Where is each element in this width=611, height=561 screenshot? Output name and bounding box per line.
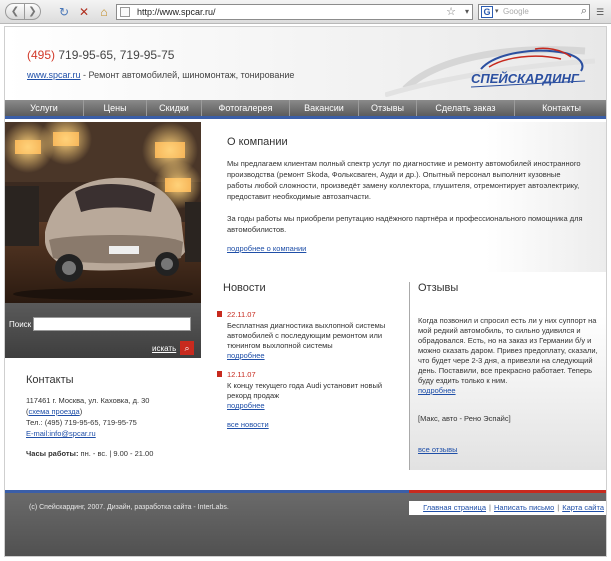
site-link[interactable]: www.spcar.ru <box>27 70 81 80</box>
footer-copyright: (c) Спейскардинг, 2007. Дизайн, разработ… <box>29 504 229 511</box>
contacts-block: Контакты 117461 г. Москва, ул. Каховка, … <box>26 374 196 459</box>
forward-arrow-icon: ❯ <box>28 6 37 17</box>
footer-links: Главная страница | Написать письмо | Карта с… <box>409 501 606 515</box>
site-footer: (c) Спейскардинг, 2007. Дизайн, разработ… <box>5 490 606 556</box>
footer-link-home[interactable]: Главная страница <box>423 503 486 512</box>
browser-search-placeholder: Google <box>503 7 529 16</box>
forward-button[interactable]: ❯ <box>25 3 41 20</box>
back-arrow-icon: ❮ <box>10 6 20 17</box>
review-more-link[interactable]: подробнее <box>418 386 456 395</box>
menu-item-order[interactable]: Сделать заказ <box>417 100 515 116</box>
about-paragraph-2: За годы работы мы приобрели репутацию на… <box>227 214 583 234</box>
menu-item-prices[interactable]: Цены <box>84 100 147 116</box>
about-title: О компании <box>227 136 288 148</box>
site-search: Поиск искать ⌕ <box>5 303 201 358</box>
phone-numbers: 719-95-65, 719-95-75 <box>55 48 175 62</box>
map-link[interactable]: схема проезда <box>29 407 80 416</box>
about-more-link[interactable]: подробнее о компании <box>227 244 306 253</box>
news-text: Бесплатная диагностика выхлопной системы… <box>227 321 386 350</box>
footer-separator: | <box>557 503 560 512</box>
back-button[interactable]: ❮ <box>5 3 25 20</box>
contacts-address: 117461 г. Москва, ул. Каховка, д. 30 <box>26 396 150 405</box>
review-text-block: Когда позвонил и спросил есть ли у них с… <box>418 316 602 396</box>
review-signature: [Макс, авто - Рено Эспайс] <box>418 414 511 423</box>
reload-icon[interactable]: ↻ <box>56 4 72 20</box>
contacts-title: Контакты <box>26 374 74 386</box>
contacts-tel: Тел.: (495) 719-95-65, 719-95-75 <box>26 418 137 427</box>
browser-search-box[interactable]: G ▾ Google ⌕ <box>478 4 590 20</box>
footer-link-write[interactable]: Написать письмо <box>494 503 554 512</box>
garage-photo <box>5 122 201 303</box>
hours-value: пн. - вс. | 9.00 - 21.00 <box>78 449 154 458</box>
news-bullet-icon <box>217 311 222 317</box>
hours-label: Часы работы: <box>26 449 79 458</box>
menu-item-discounts[interactable]: Скидки <box>147 100 202 116</box>
site-header: (495) 719-95-65, 719-95-75 www.spcar.ru … <box>5 27 606 100</box>
menu-item-vacancies[interactable]: Вакансии <box>290 100 359 116</box>
news-item: 12.11.07 К концу текущего года Audi уста… <box>217 370 398 410</box>
news-bullet-icon <box>217 371 222 377</box>
browser-window: ❮ ❯ ↻ ✕ ⌂ http://www.spcar.ru/ ☆ ▾ G ▾ G… <box>0 0 611 561</box>
bookmark-star-icon[interactable]: ☆ <box>446 5 456 18</box>
news-more-link[interactable]: подробнее <box>227 401 265 410</box>
news-section: Новости 22.11.07 Бесплатная диагностика … <box>217 282 398 429</box>
site-logo[interactable]: СПЕЙСКАРДИНГ <box>385 37 595 97</box>
news-more-link[interactable]: подробнее <box>227 351 265 360</box>
home-icon[interactable]: ⌂ <box>96 4 112 20</box>
reviews-section: Отзывы Когда позвонил и спросил есть ли … <box>409 282 606 470</box>
email-link[interactable]: E-mail:info@spcar.ru <box>26 429 96 438</box>
news-item: 22.11.07 Бесплатная диагностика выхлопно… <box>217 310 398 360</box>
engine-dropdown-icon[interactable]: ▾ <box>495 7 499 15</box>
news-date: 22.11.07 <box>227 310 256 319</box>
footer-separator: | <box>489 503 491 512</box>
contacts-map-line: (схема проезда) <box>26 407 83 416</box>
news-title: Новости <box>223 282 266 294</box>
contacts-hours: Часы работы: пн. - вс. | 9.00 - 21.00 <box>26 448 196 459</box>
history-dropdown-icon[interactable]: ▾ <box>465 7 469 16</box>
stop-icon[interactable]: ✕ <box>76 4 92 20</box>
about-paragraph-1: Мы предлагаем клиентам полный спектр усл… <box>227 159 581 201</box>
news-date: 12.11.07 <box>227 370 256 379</box>
toolbar-overflow-icon[interactable]: ☰ <box>594 6 606 18</box>
address-url[interactable]: http://www.spcar.ru/ <box>137 7 216 17</box>
footer-link-sitemap[interactable]: Карта сайта <box>562 503 604 512</box>
web-page: (495) 719-95-65, 719-95-75 www.spcar.ru … <box>4 26 607 557</box>
review-text: Когда позвонил и спросил есть ли у них с… <box>418 316 598 385</box>
menu-item-gallery[interactable]: Фотогалерея <box>202 100 290 116</box>
search-submit-link[interactable]: искать <box>152 344 176 353</box>
header-tagline: www.spcar.ru - Ремонт автомобилей, шином… <box>27 70 294 80</box>
news-text: К концу текущего года Audi установит нов… <box>227 381 383 400</box>
address-bar[interactable]: http://www.spcar.ru/ ☆ ▾ <box>116 4 473 20</box>
main-menu: Услуги Цены Скидки Фотогалерея Вакансии … <box>5 100 606 119</box>
google-engine-icon[interactable]: G <box>481 6 493 18</box>
magnifier-icon[interactable]: ⌕ <box>581 5 587 18</box>
header-phone: (495) 719-95-65, 719-95-75 <box>27 48 174 62</box>
reviews-title: Отзывы <box>418 282 459 294</box>
page-favicon-icon <box>120 7 130 17</box>
garage-photo-image <box>5 122 201 303</box>
site-search-input[interactable] <box>33 317 191 331</box>
menu-item-reviews[interactable]: Отзывы <box>359 100 417 116</box>
tagline-text: - Ремонт автомобилей, шиномонтаж, тониро… <box>80 70 295 80</box>
menu-item-contacts[interactable]: Контакты <box>515 100 606 116</box>
all-news-link[interactable]: все новости <box>223 420 398 429</box>
browser-toolbar: ❮ ❯ ↻ ✕ ⌂ http://www.spcar.ru/ ☆ ▾ G ▾ G… <box>0 0 611 24</box>
footer-accent-bar <box>409 490 606 493</box>
about-text: Мы предлагаем клиентам полный спектр усл… <box>227 158 587 246</box>
search-label: Поиск <box>9 320 32 329</box>
contacts-email-line: E-mail:info@spcar.ru <box>26 428 196 439</box>
logo-text: СПЕЙСКАРДИНГ <box>471 70 580 86</box>
phone-code: (495) <box>27 48 56 62</box>
menu-item-services[interactable]: Услуги <box>5 100 84 116</box>
search-icon[interactable]: ⌕ <box>180 341 194 355</box>
about-section: О компании Мы предлагаем клиентам полный… <box>201 122 606 272</box>
all-reviews-link[interactable]: все отзывы <box>418 445 458 454</box>
